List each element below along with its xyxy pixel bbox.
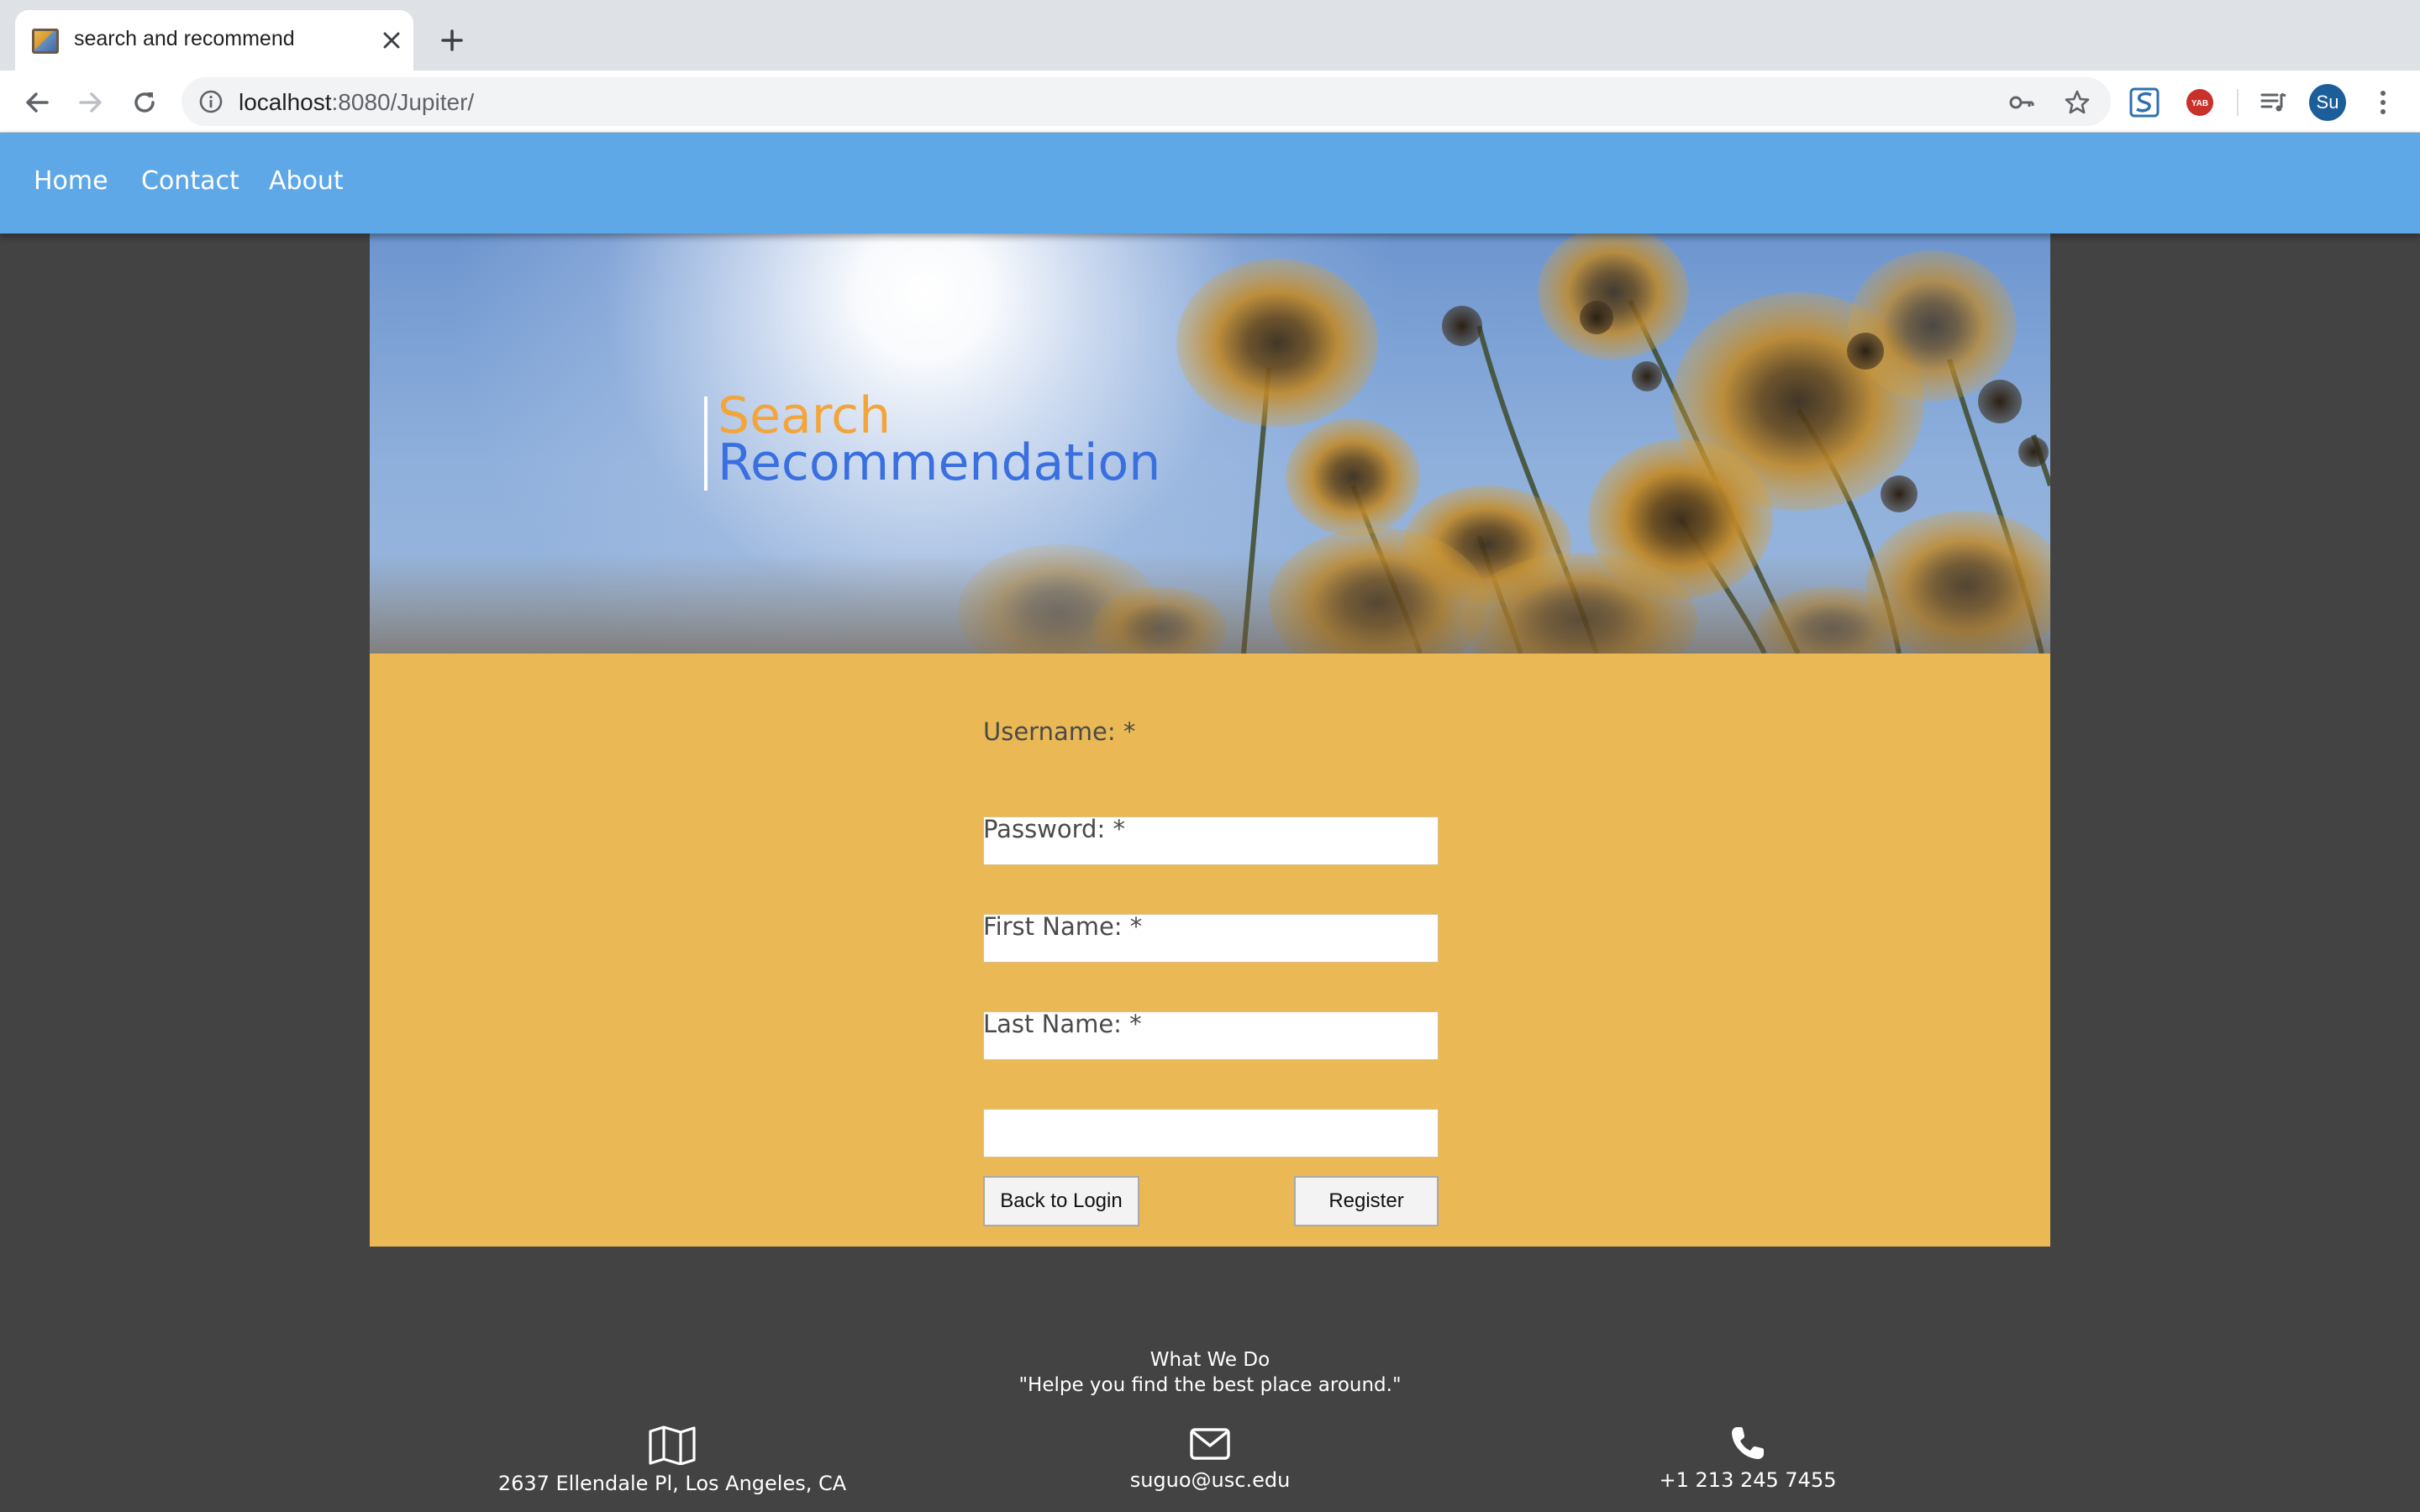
site-navbar: Home Contact About: [0, 133, 2420, 234]
browser-tab-strip: search and recommend: [0, 0, 2420, 71]
map-icon: [649, 1425, 696, 1465]
browser-toolbar: localhost:8080/Jupiter/ YAB Su: [0, 71, 2420, 133]
address-bar[interactable]: localhost:8080/Jupiter/: [182, 77, 2111, 126]
browser-tab-active[interactable]: search and recommend: [15, 10, 413, 71]
bookmark-star-icon[interactable]: [2060, 86, 2094, 119]
hero-banner: Search Recommendation: [370, 234, 2050, 654]
close-tab-icon[interactable]: [376, 25, 407, 55]
footer-phone: +1 213 245 7455: [1454, 1425, 2042, 1492]
new-tab-icon[interactable]: [434, 22, 471, 59]
footer-tagline: "Helpe you find the best place around.": [1018, 1374, 1402, 1396]
nav-link-about[interactable]: About: [269, 166, 344, 196]
profile-avatar[interactable]: Su: [2309, 84, 2346, 121]
forward-arrow-icon[interactable]: [72, 84, 109, 121]
s-extension-icon[interactable]: [2128, 86, 2161, 119]
title-accent-bar: [704, 396, 708, 491]
nav-link-home[interactable]: Home: [34, 166, 108, 196]
url-path: :8080/Jupiter/: [331, 89, 475, 115]
phone-icon: [1732, 1427, 1764, 1459]
footer-heading: What We Do: [1150, 1349, 1270, 1371]
media-queue-icon[interactable]: [2257, 86, 2291, 119]
last-name-field[interactable]: [983, 1109, 1439, 1158]
password-label: Password: *: [983, 815, 1125, 843]
footer-email: suguo@usc.edu: [916, 1425, 1504, 1492]
nav-link-contact[interactable]: Contact: [141, 166, 239, 196]
hero-title-recommendation: Recommendation: [718, 433, 1161, 492]
footer-address-text: 2637 Ellendale Pl, Los Angeles, CA: [497, 1472, 847, 1495]
browser-menu-icon[interactable]: [2366, 86, 2400, 119]
svg-text:YAB: YAB: [2191, 99, 2208, 108]
footer-email-text[interactable]: suguo@usc.edu: [916, 1468, 1504, 1492]
url-host: localhost: [239, 89, 332, 115]
footer-phone-text[interactable]: +1 213 245 7455: [1454, 1468, 2042, 1492]
site-favicon-icon: [32, 29, 59, 54]
register-panel: Username: * Password: * First Name: * La…: [370, 654, 2050, 1247]
toolbar-separator: [2237, 89, 2238, 116]
tab-title: search and recommend: [74, 27, 295, 50]
url-text[interactable]: localhost:8080/Jupiter/: [239, 89, 474, 116]
back-arrow-icon[interactable]: [18, 84, 55, 121]
key-icon[interactable]: [2005, 86, 2039, 119]
envelope-icon: [1190, 1428, 1230, 1460]
register-button[interactable]: Register: [1294, 1176, 1439, 1226]
reload-icon[interactable]: [126, 84, 163, 121]
flowers-background-image: [370, 234, 2050, 654]
yab-extension-icon[interactable]: YAB: [2183, 86, 2217, 119]
site-info-icon[interactable]: [198, 89, 224, 114]
footer-address: 2637 Ellendale Pl, Los Angeles, CA: [378, 1425, 966, 1495]
username-label: Username: *: [983, 717, 1136, 746]
last-name-label: Last Name: *: [983, 1010, 1142, 1038]
first-name-label: First Name: *: [983, 912, 1143, 941]
back-to-login-button[interactable]: Back to Login: [983, 1176, 1139, 1226]
